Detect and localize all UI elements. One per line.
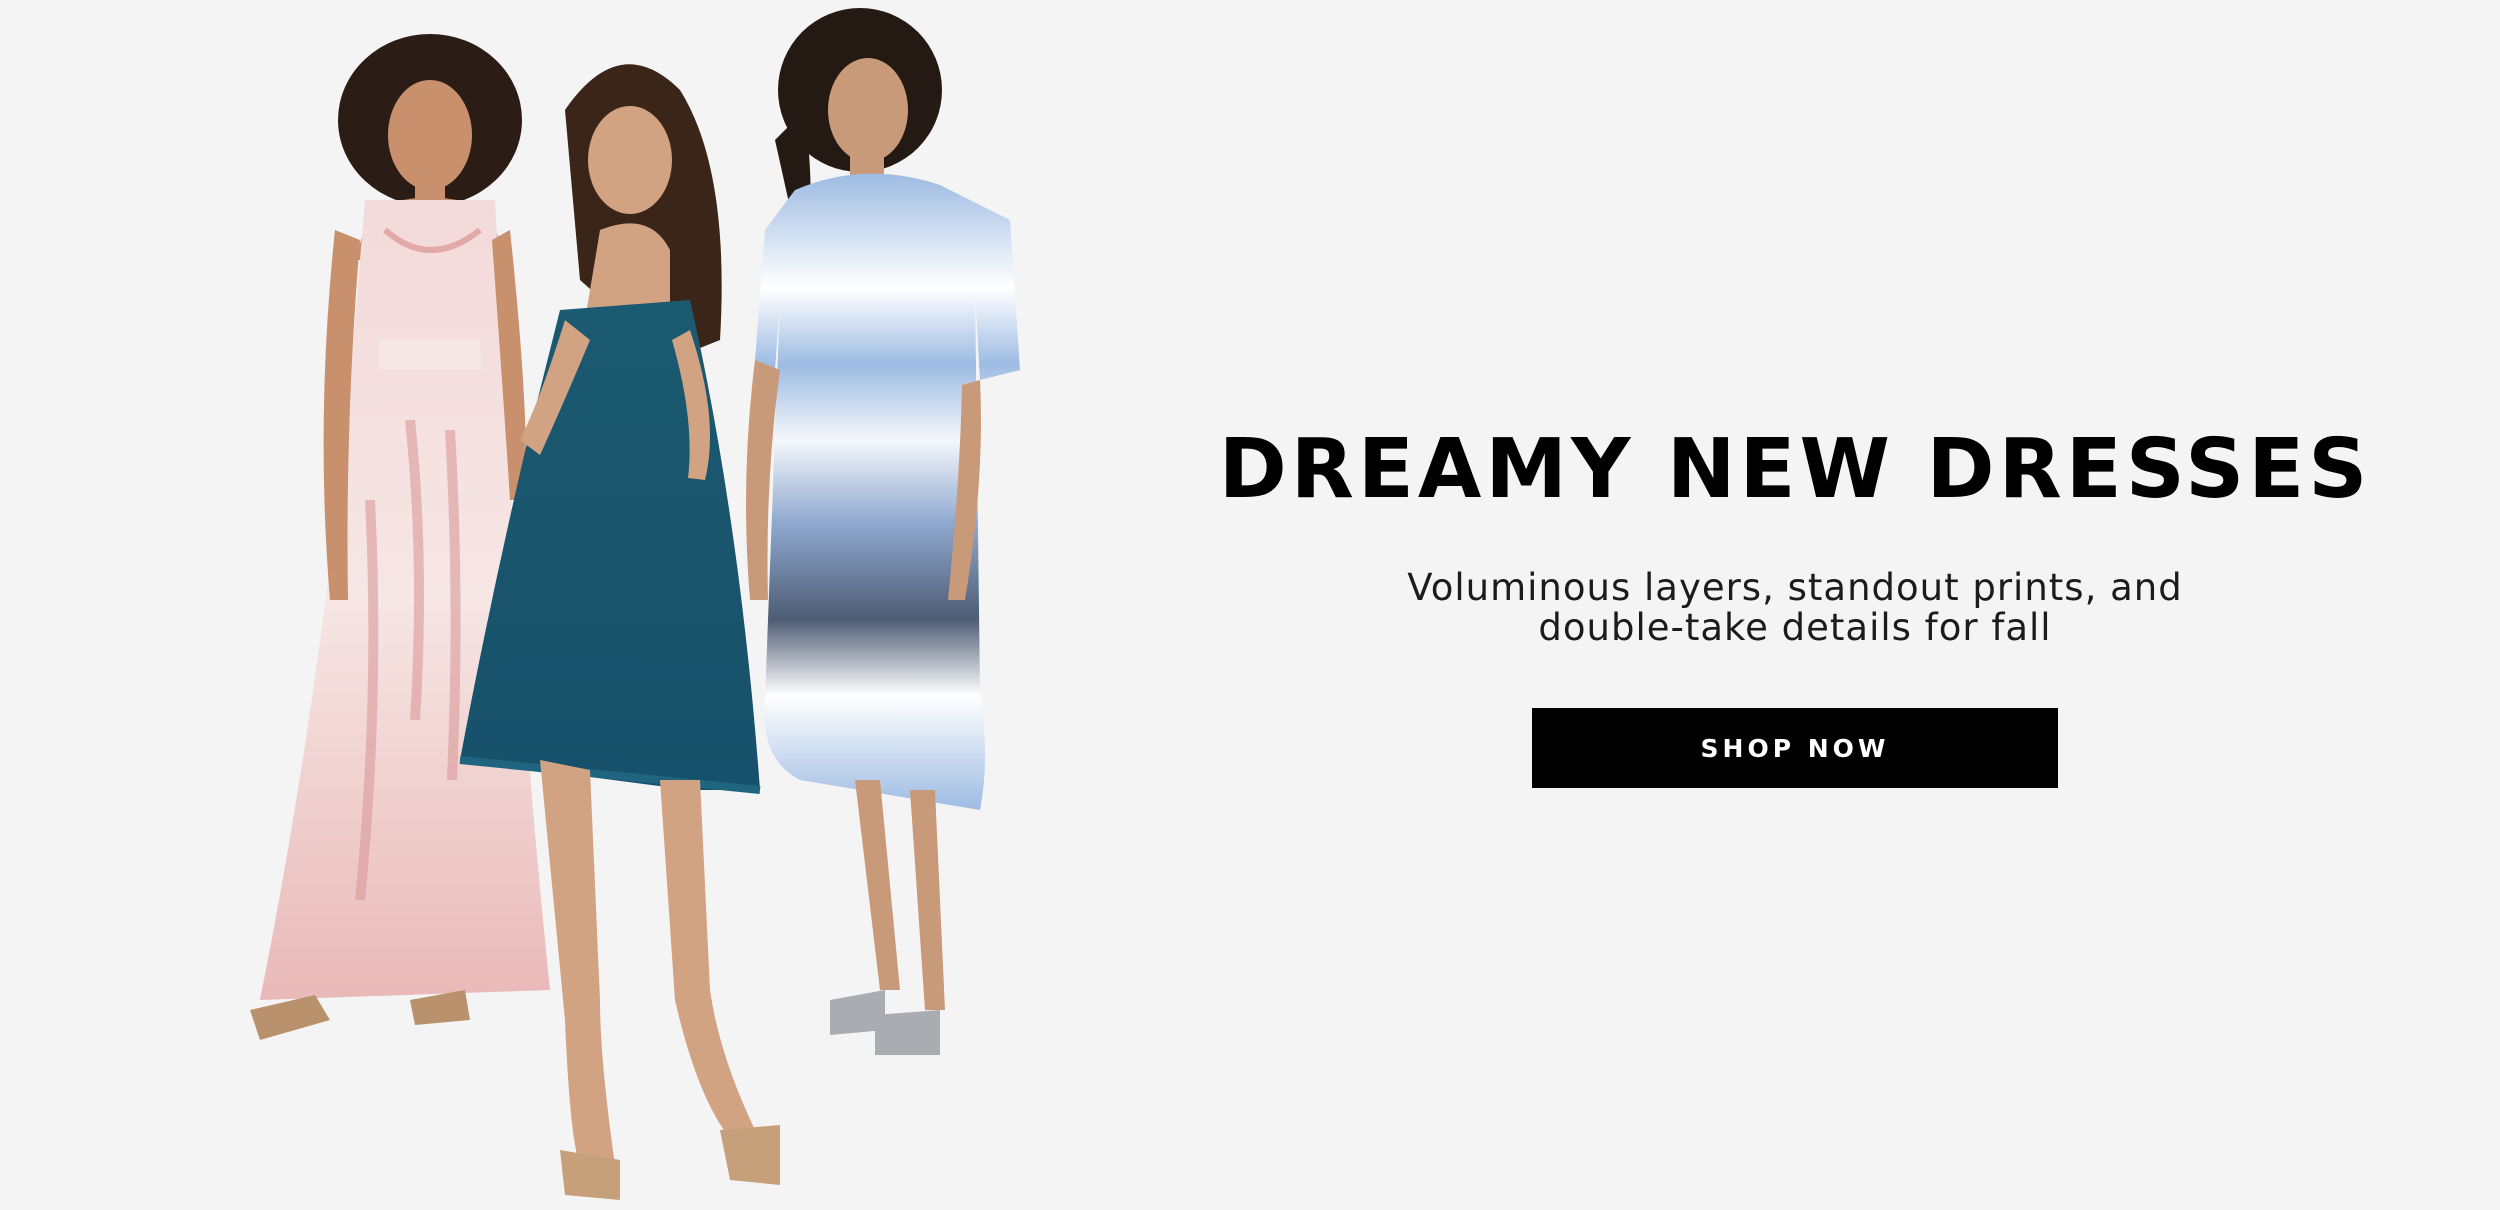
model-blue-dress xyxy=(746,8,1020,1055)
hero-subcopy: Voluminous layers, standout prints, and … xyxy=(1385,568,2205,648)
hero-copy: DREAMY NEW DRESSES Voluminous layers, st… xyxy=(1195,420,2395,788)
shop-now-button[interactable]: SHOP NOW xyxy=(1532,708,2058,788)
models-photo xyxy=(220,0,1080,1210)
hero-subcopy-line-2: double-take details for fall xyxy=(1538,606,2052,649)
hero-banner: DREAMY NEW DRESSES Voluminous layers, st… xyxy=(0,0,2500,1210)
hero-headline: DREAMY NEW DRESSES xyxy=(1218,422,2372,517)
model-pink-dress xyxy=(250,34,550,1040)
hero-subcopy-line-1: Voluminous layers, standout prints, and xyxy=(1407,566,2183,609)
